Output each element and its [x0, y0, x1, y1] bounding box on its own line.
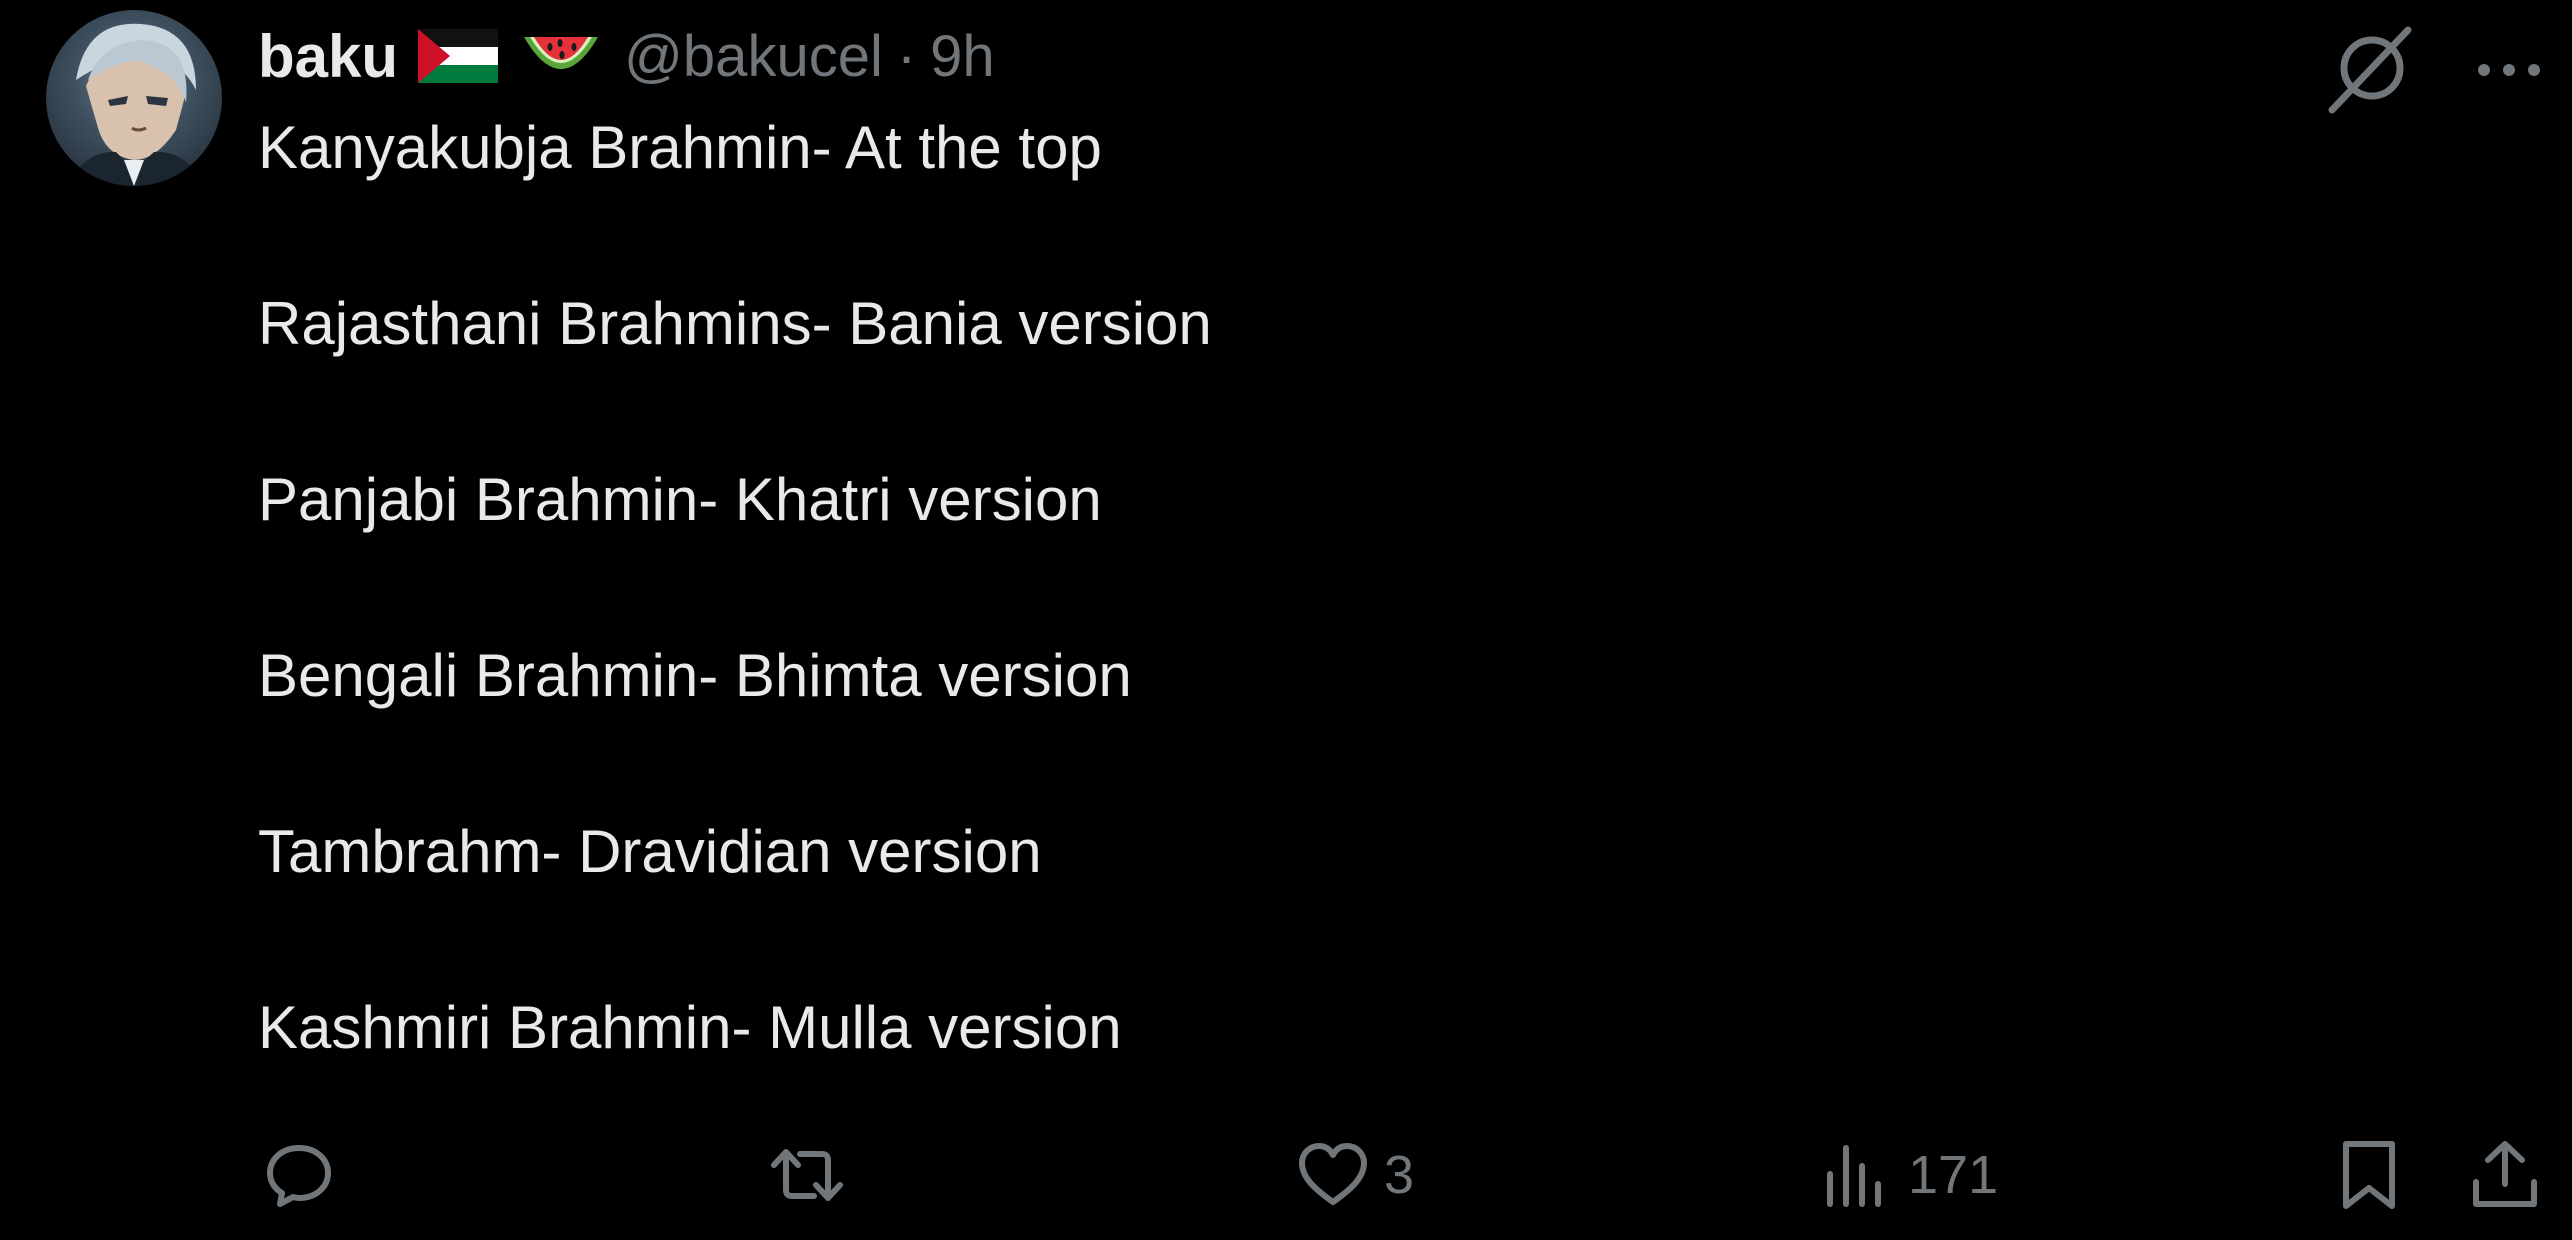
heart-icon [1299, 1143, 1367, 1205]
tweet-line: Panjabi Brahmin- Khatri version [258, 466, 1102, 533]
tweet-line: Rajasthani Brahmins- Bania version [258, 290, 1212, 357]
reply-icon [267, 1145, 331, 1207]
share-icon [2473, 1141, 2537, 1207]
tweet-header: baku @bakucel · 9h [258, 14, 995, 98]
share-button[interactable] [2468, 1120, 2542, 1230]
view-count: 171 [1908, 1145, 1999, 1205]
like-button[interactable]: 3 [1296, 1120, 1414, 1230]
views-button[interactable]: 171 [1820, 1120, 1998, 1230]
author-handle[interactable]: @bakucel [624, 23, 883, 90]
like-count: 3 [1384, 1145, 1415, 1205]
grok-icon[interactable] [2322, 22, 2418, 118]
more-icon[interactable] [2474, 55, 2544, 85]
avatar[interactable] [46, 10, 222, 186]
tweet-line: Bengali Brahmin- Bhimta version [258, 642, 1132, 709]
avatar-image [66, 23, 206, 186]
tweet-line: Kanyakubja Brahmin- At the top [258, 114, 1102, 181]
action-bar: 3 171 [0, 1120, 2572, 1230]
display-name[interactable]: baku [258, 22, 398, 91]
retweet-icon [771, 1149, 843, 1201]
views-icon [1827, 1145, 1881, 1207]
watermelon-icon [524, 37, 599, 69]
tweet-body: Kanyakubja Brahmin- At the top Rajasthan… [258, 110, 2458, 1166]
retweet-button[interactable] [770, 1120, 858, 1230]
post-time[interactable]: 9h [930, 23, 995, 90]
bookmark-button[interactable] [2332, 1120, 2406, 1230]
tweet-line: Tambrahm- Dravidian version [258, 818, 1042, 885]
top-actions [2322, 22, 2544, 118]
tweet[interactable]: baku @bakucel · 9h Kanyakubja Brahmin- A… [0, 0, 2572, 1240]
reply-button[interactable] [262, 1120, 350, 1230]
bookmark-icon [2343, 1141, 2395, 1209]
meta-separator: · [896, 23, 917, 89]
palestine-flag-icon [418, 29, 499, 83]
